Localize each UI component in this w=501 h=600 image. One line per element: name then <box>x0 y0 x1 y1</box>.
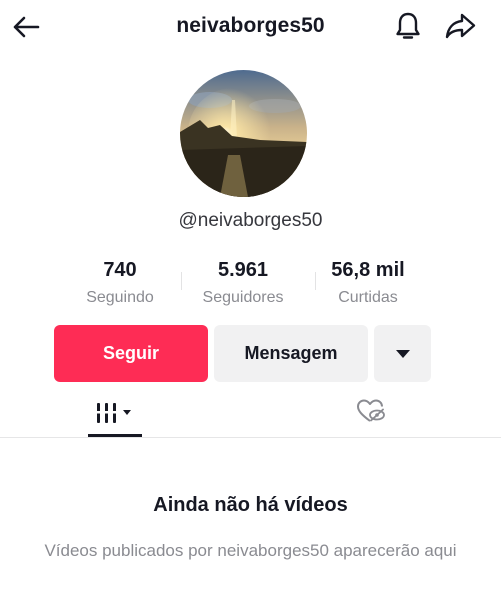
tab-videos[interactable] <box>88 388 142 437</box>
grid-videos-icon <box>95 402 131 423</box>
stat-label: Seguindo <box>86 289 154 306</box>
stat-following[interactable]: 740 Seguindo <box>60 258 180 308</box>
notifications-button[interactable] <box>392 10 424 42</box>
stat-value: 5.961 <box>217 259 269 281</box>
avatar[interactable] <box>180 70 307 197</box>
share-button[interactable] <box>443 10 477 42</box>
message-button[interactable]: Mensagem <box>214 325 368 382</box>
avatar-photo <box>180 70 307 197</box>
stat-label: Curtidas <box>338 289 398 306</box>
bell-icon <box>396 12 420 39</box>
more-options-button[interactable] <box>374 325 431 382</box>
profile-stats: 740 Seguindo 5.961 Seguidores 56,8 mil C… <box>60 258 440 314</box>
active-tab-indicator <box>88 434 142 437</box>
top-bar: neivaborges50 <box>0 0 501 56</box>
stat-label: Seguidores <box>202 289 284 306</box>
share-arrow-icon <box>445 13 476 39</box>
stat-likes[interactable]: 56,8 mil Curtidas <box>308 258 428 308</box>
page-title: neivaborges50 <box>176 14 325 37</box>
tab-liked[interactable] <box>352 394 390 428</box>
content-tabs <box>0 388 501 438</box>
stat-value: 740 <box>103 259 137 281</box>
stat-divider <box>181 272 182 290</box>
stat-value: 56,8 mil <box>331 259 405 281</box>
liked-hidden-icon <box>357 399 385 422</box>
empty-state-title: Ainda não há vídeos <box>153 494 348 516</box>
profile-handle: @neivaborges50 <box>178 210 323 231</box>
empty-state-description: Vídeos publicados por neivaborges50 apar… <box>44 541 457 560</box>
stat-followers[interactable]: 5.961 Seguidores <box>183 258 303 308</box>
caret-down-icon <box>395 349 410 358</box>
follow-button[interactable]: Seguir <box>54 325 208 382</box>
